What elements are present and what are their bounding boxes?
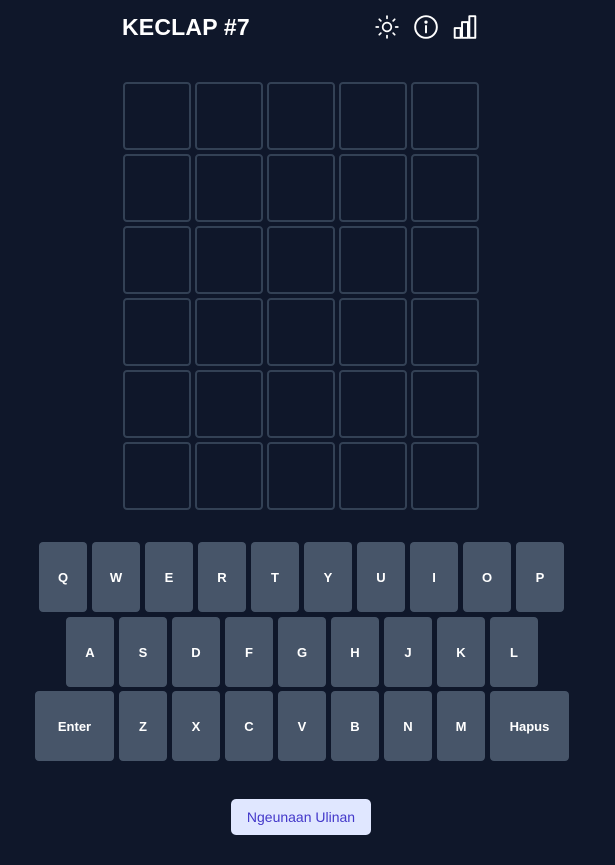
board-tile: [123, 298, 191, 366]
key-p[interactable]: P: [516, 542, 564, 612]
board-tile: [195, 82, 263, 150]
key-t[interactable]: T: [251, 542, 299, 612]
board-tile: [339, 82, 407, 150]
board-tile: [123, 442, 191, 510]
key-g[interactable]: G: [278, 617, 326, 687]
key-v[interactable]: V: [278, 691, 326, 761]
board-tile: [339, 154, 407, 222]
board-tile: [123, 226, 191, 294]
key-x[interactable]: X: [172, 691, 220, 761]
keyboard-row-2: ASDFGHJKL: [0, 617, 615, 687]
key-y[interactable]: Y: [304, 542, 352, 612]
key-d[interactable]: D: [172, 617, 220, 687]
board-tile: [195, 154, 263, 222]
key-hapus[interactable]: Hapus: [490, 691, 569, 761]
board-tile: [411, 442, 479, 510]
key-q[interactable]: Q: [39, 542, 87, 612]
sun-icon[interactable]: [373, 13, 401, 41]
key-u[interactable]: U: [357, 542, 405, 612]
board-tile: [123, 82, 191, 150]
key-r[interactable]: R: [198, 542, 246, 612]
about-game-button[interactable]: Ngeunaan Ulinan: [231, 799, 371, 835]
game-page: KECLAP #7 Q W E R T Y U I O P A S D F G …: [0, 0, 615, 865]
key-e[interactable]: E: [145, 542, 193, 612]
key-z[interactable]: Z: [119, 691, 167, 761]
board-tile: [411, 154, 479, 222]
board-tile: [195, 370, 263, 438]
chart-bar-icon[interactable]: [451, 13, 479, 41]
board-tile: [195, 226, 263, 294]
board-tile: [411, 82, 479, 150]
board-tile: [339, 370, 407, 438]
info-icon[interactable]: [412, 13, 440, 41]
board-tile: [195, 298, 263, 366]
keyboard-row-3: Enter Z X C V B N M Hapus: [0, 691, 615, 761]
board-tile: [267, 298, 335, 366]
board-tile: [195, 442, 263, 510]
board-tile: [267, 370, 335, 438]
key-w[interactable]: W: [92, 542, 140, 612]
key-i[interactable]: I: [410, 542, 458, 612]
board-tile: [411, 370, 479, 438]
key-b[interactable]: B: [331, 691, 379, 761]
board-tile: [267, 442, 335, 510]
board-tile: [123, 154, 191, 222]
board-tile: [339, 298, 407, 366]
key-c[interactable]: C: [225, 691, 273, 761]
key-m[interactable]: M: [437, 691, 485, 761]
key-h[interactable]: H: [331, 617, 379, 687]
board-tile: [267, 226, 335, 294]
key-l[interactable]: L: [490, 617, 538, 687]
key-n[interactable]: N: [384, 691, 432, 761]
keyboard-row-1: QWERTYUIOP: [0, 542, 615, 612]
key-j[interactable]: J: [384, 617, 432, 687]
key-f[interactable]: F: [225, 617, 273, 687]
key-s[interactable]: S: [119, 617, 167, 687]
key-k[interactable]: K: [437, 617, 485, 687]
key-o[interactable]: O: [463, 542, 511, 612]
game-board: [123, 82, 479, 510]
key-a[interactable]: A: [66, 617, 114, 687]
header: KECLAP #7: [0, 0, 615, 56]
game-title: KECLAP #7: [122, 14, 250, 40]
board-tile: [339, 442, 407, 510]
board-tile: [267, 154, 335, 222]
key-enter[interactable]: Enter: [35, 691, 114, 761]
board-tile: [411, 226, 479, 294]
board-tile: [123, 370, 191, 438]
board-tile: [339, 226, 407, 294]
board-tile: [411, 298, 479, 366]
board-tile: [267, 82, 335, 150]
